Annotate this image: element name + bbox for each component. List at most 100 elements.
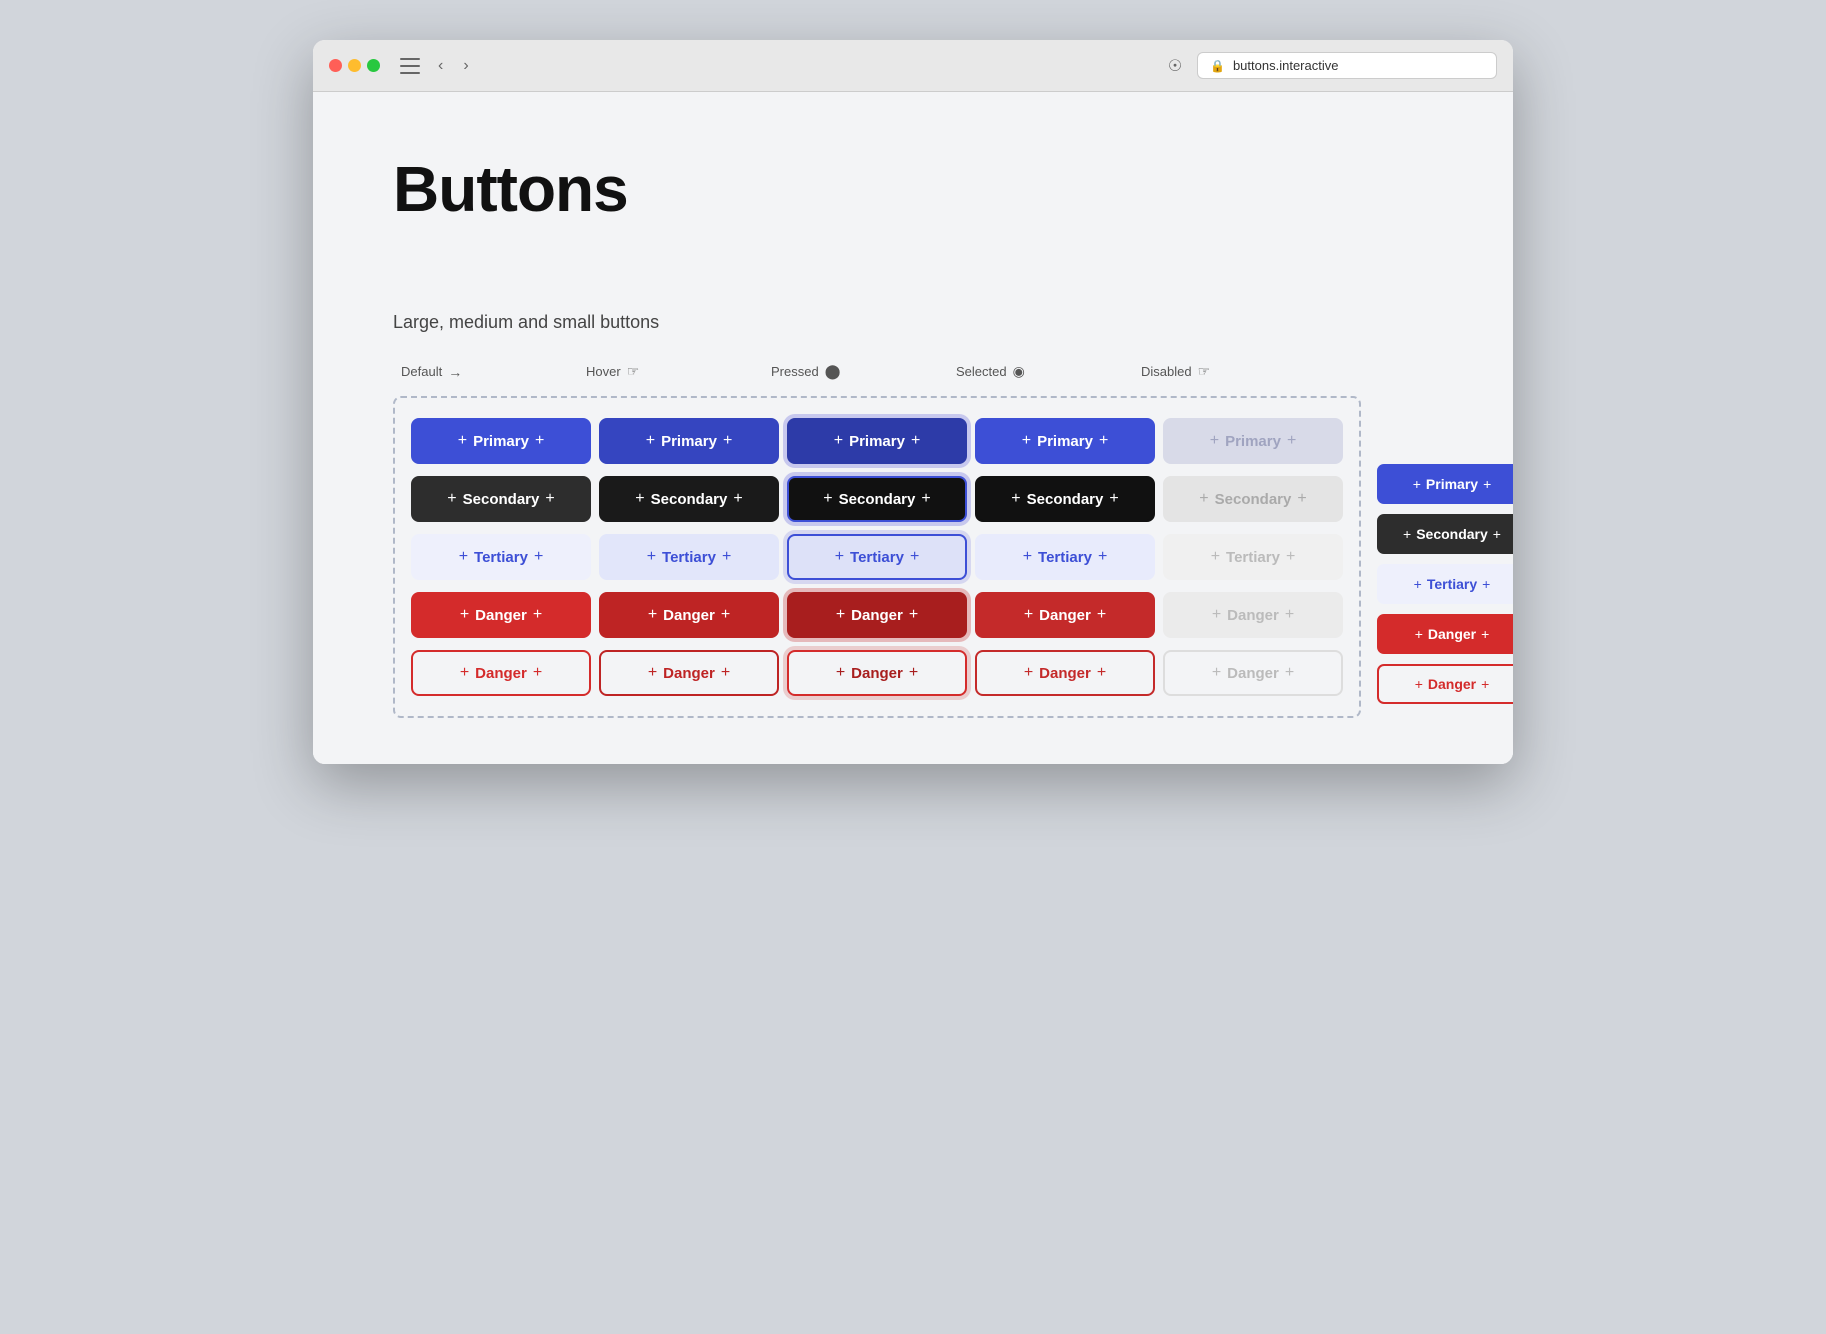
plus-left-icon: + — [1210, 432, 1219, 450]
browser-chrome: ‹ › ☉ 🔒 buttons.interactive — [313, 40, 1513, 92]
plus-right-icon: + — [1286, 548, 1295, 566]
plus-right-icon: + — [911, 432, 920, 450]
btn-tertiary-pressed[interactable]: + Tertiary + — [787, 534, 967, 580]
state-label-hover-text: Hover — [586, 364, 621, 379]
plus-right-icon: + — [1287, 432, 1296, 450]
full-layout: + Primary + + Primary + + Pr — [393, 396, 1433, 724]
plus-left-icon: + — [1211, 548, 1220, 566]
btn-sm-danger-outline-default[interactable]: + Danger + — [1377, 664, 1513, 704]
btn-danger-filled-hover[interactable]: + Danger + — [599, 592, 779, 638]
plus-left-icon: + — [1024, 606, 1033, 624]
close-button[interactable] — [329, 59, 342, 72]
forward-button[interactable]: › — [457, 55, 474, 77]
btn-secondary-pressed[interactable]: + Secondary + — [787, 476, 967, 522]
maximize-button[interactable] — [367, 59, 380, 72]
plus-left-icon: + — [648, 664, 657, 682]
plus-right-icon: + — [545, 490, 554, 508]
url-text: buttons.interactive — [1233, 58, 1339, 73]
btn-danger-filled-default[interactable]: + Danger + — [411, 592, 591, 638]
lock-icon: 🔒 — [1210, 59, 1225, 73]
btn-danger-outline-pressed[interactable]: + Danger + — [787, 650, 967, 696]
btn-tertiary-selected[interactable]: + Tertiary + — [975, 534, 1155, 580]
plus-right-icon: + — [1493, 526, 1501, 542]
plus-right-icon: + — [1109, 490, 1118, 508]
plus-left-icon: + — [1212, 664, 1221, 682]
btn-danger-filled-hover-label: Danger — [663, 607, 715, 624]
browser-window: ‹ › ☉ 🔒 buttons.interactive Buttons Larg… — [313, 40, 1513, 764]
plus-right-icon: + — [534, 548, 543, 566]
btn-secondary-default[interactable]: + Secondary + — [411, 476, 591, 522]
btn-danger-outline-default-label: Danger — [475, 665, 527, 682]
cursor-hover-icon: ☞ — [627, 363, 640, 380]
plus-left-icon: + — [635, 490, 644, 508]
btn-secondary-hover[interactable]: + Secondary + — [599, 476, 779, 522]
btn-danger-outline-hover[interactable]: + Danger + — [599, 650, 779, 696]
state-label-selected: Selected ◉ — [956, 363, 1141, 380]
btn-danger-outline-pressed-label: Danger — [851, 665, 903, 682]
btn-secondary-hover-label: Secondary — [651, 491, 728, 508]
plus-left-icon: + — [447, 490, 456, 508]
plus-right-icon: + — [721, 664, 730, 682]
plus-left-icon: + — [1199, 490, 1208, 508]
btn-primary-hover[interactable]: + Primary + — [599, 418, 779, 464]
btn-sm-danger-filled-default[interactable]: + Danger + — [1377, 614, 1513, 654]
btn-primary-disabled: + Primary + — [1163, 418, 1343, 464]
state-label-selected-text: Selected — [956, 364, 1007, 379]
btn-tertiary-hover-label: Tertiary — [662, 549, 716, 566]
plus-right-icon: + — [723, 432, 732, 450]
plus-right-icon: + — [1285, 664, 1294, 682]
state-label-default: Default → — [401, 363, 586, 380]
btn-danger-filled-selected[interactable]: + Danger + — [975, 592, 1155, 638]
plus-left-icon: + — [1415, 676, 1423, 692]
plus-left-icon: + — [1413, 476, 1421, 492]
plus-left-icon: + — [648, 606, 657, 624]
plus-right-icon: + — [909, 664, 918, 682]
plus-left-icon: + — [1415, 626, 1423, 642]
btn-tertiary-default-label: Tertiary — [474, 549, 528, 566]
btn-tertiary-disabled-label: Tertiary — [1226, 549, 1280, 566]
plus-left-icon: + — [647, 548, 656, 566]
btn-primary-default[interactable]: + Primary + — [411, 418, 591, 464]
plus-left-icon: + — [836, 606, 845, 624]
state-labels: Default → Hover ☞ Pressed ⬤ Selected ◉ — [393, 363, 1433, 380]
plus-right-icon: + — [910, 548, 919, 566]
plus-right-icon: + — [533, 664, 542, 682]
btn-sm-primary-default[interactable]: + Primary + — [1377, 464, 1513, 504]
plus-right-icon: + — [722, 548, 731, 566]
btn-danger-outline-disabled: + Danger + — [1163, 650, 1343, 696]
plus-left-icon: + — [1023, 548, 1032, 566]
btn-danger-outline-default[interactable]: + Danger + — [411, 650, 591, 696]
btn-tertiary-hover[interactable]: + Tertiary + — [599, 534, 779, 580]
address-bar[interactable]: 🔒 buttons.interactive — [1197, 52, 1497, 79]
traffic-lights — [329, 59, 380, 72]
btn-secondary-disabled-label: Secondary — [1215, 491, 1292, 508]
plus-left-icon: + — [458, 432, 467, 450]
content-section: Large, medium and small buttons Default … — [313, 292, 1513, 764]
btn-tertiary-selected-label: Tertiary — [1038, 549, 1092, 566]
btn-danger-filled-disabled-label: Danger — [1227, 607, 1279, 624]
btn-secondary-selected-label: Secondary — [1027, 491, 1104, 508]
btn-primary-pressed[interactable]: + Primary + — [787, 418, 967, 464]
btn-danger-outline-selected[interactable]: + Danger + — [975, 650, 1155, 696]
plus-left-icon: + — [1022, 432, 1031, 450]
plus-right-icon: + — [1098, 548, 1107, 566]
btn-danger-filled-pressed[interactable]: + Danger + — [787, 592, 967, 638]
btn-primary-pressed-label: Primary — [849, 433, 905, 450]
btn-sm-secondary-default[interactable]: + Secondary + — [1377, 514, 1513, 554]
btn-tertiary-default[interactable]: + Tertiary + — [411, 534, 591, 580]
plus-right-icon: + — [533, 606, 542, 624]
btn-secondary-default-label: Secondary — [463, 491, 540, 508]
btn-primary-selected-label: Primary — [1037, 433, 1093, 450]
btn-sm-tertiary-default[interactable]: + Tertiary + — [1377, 564, 1513, 604]
buttons-grid-container: + Primary + + Primary + + Pr — [393, 396, 1361, 718]
plus-right-icon: + — [721, 606, 730, 624]
back-button[interactable]: ‹ — [432, 55, 449, 77]
btn-primary-selected[interactable]: + Primary + — [975, 418, 1155, 464]
plus-left-icon: + — [1011, 490, 1020, 508]
minimize-button[interactable] — [348, 59, 361, 72]
btn-danger-filled-default-label: Danger — [475, 607, 527, 624]
sidebar-toggle-button[interactable] — [400, 58, 420, 74]
shield-icon: ☉ — [1165, 56, 1185, 76]
btn-secondary-selected[interactable]: + Secondary + — [975, 476, 1155, 522]
btn-secondary-pressed-label: Secondary — [839, 491, 916, 508]
